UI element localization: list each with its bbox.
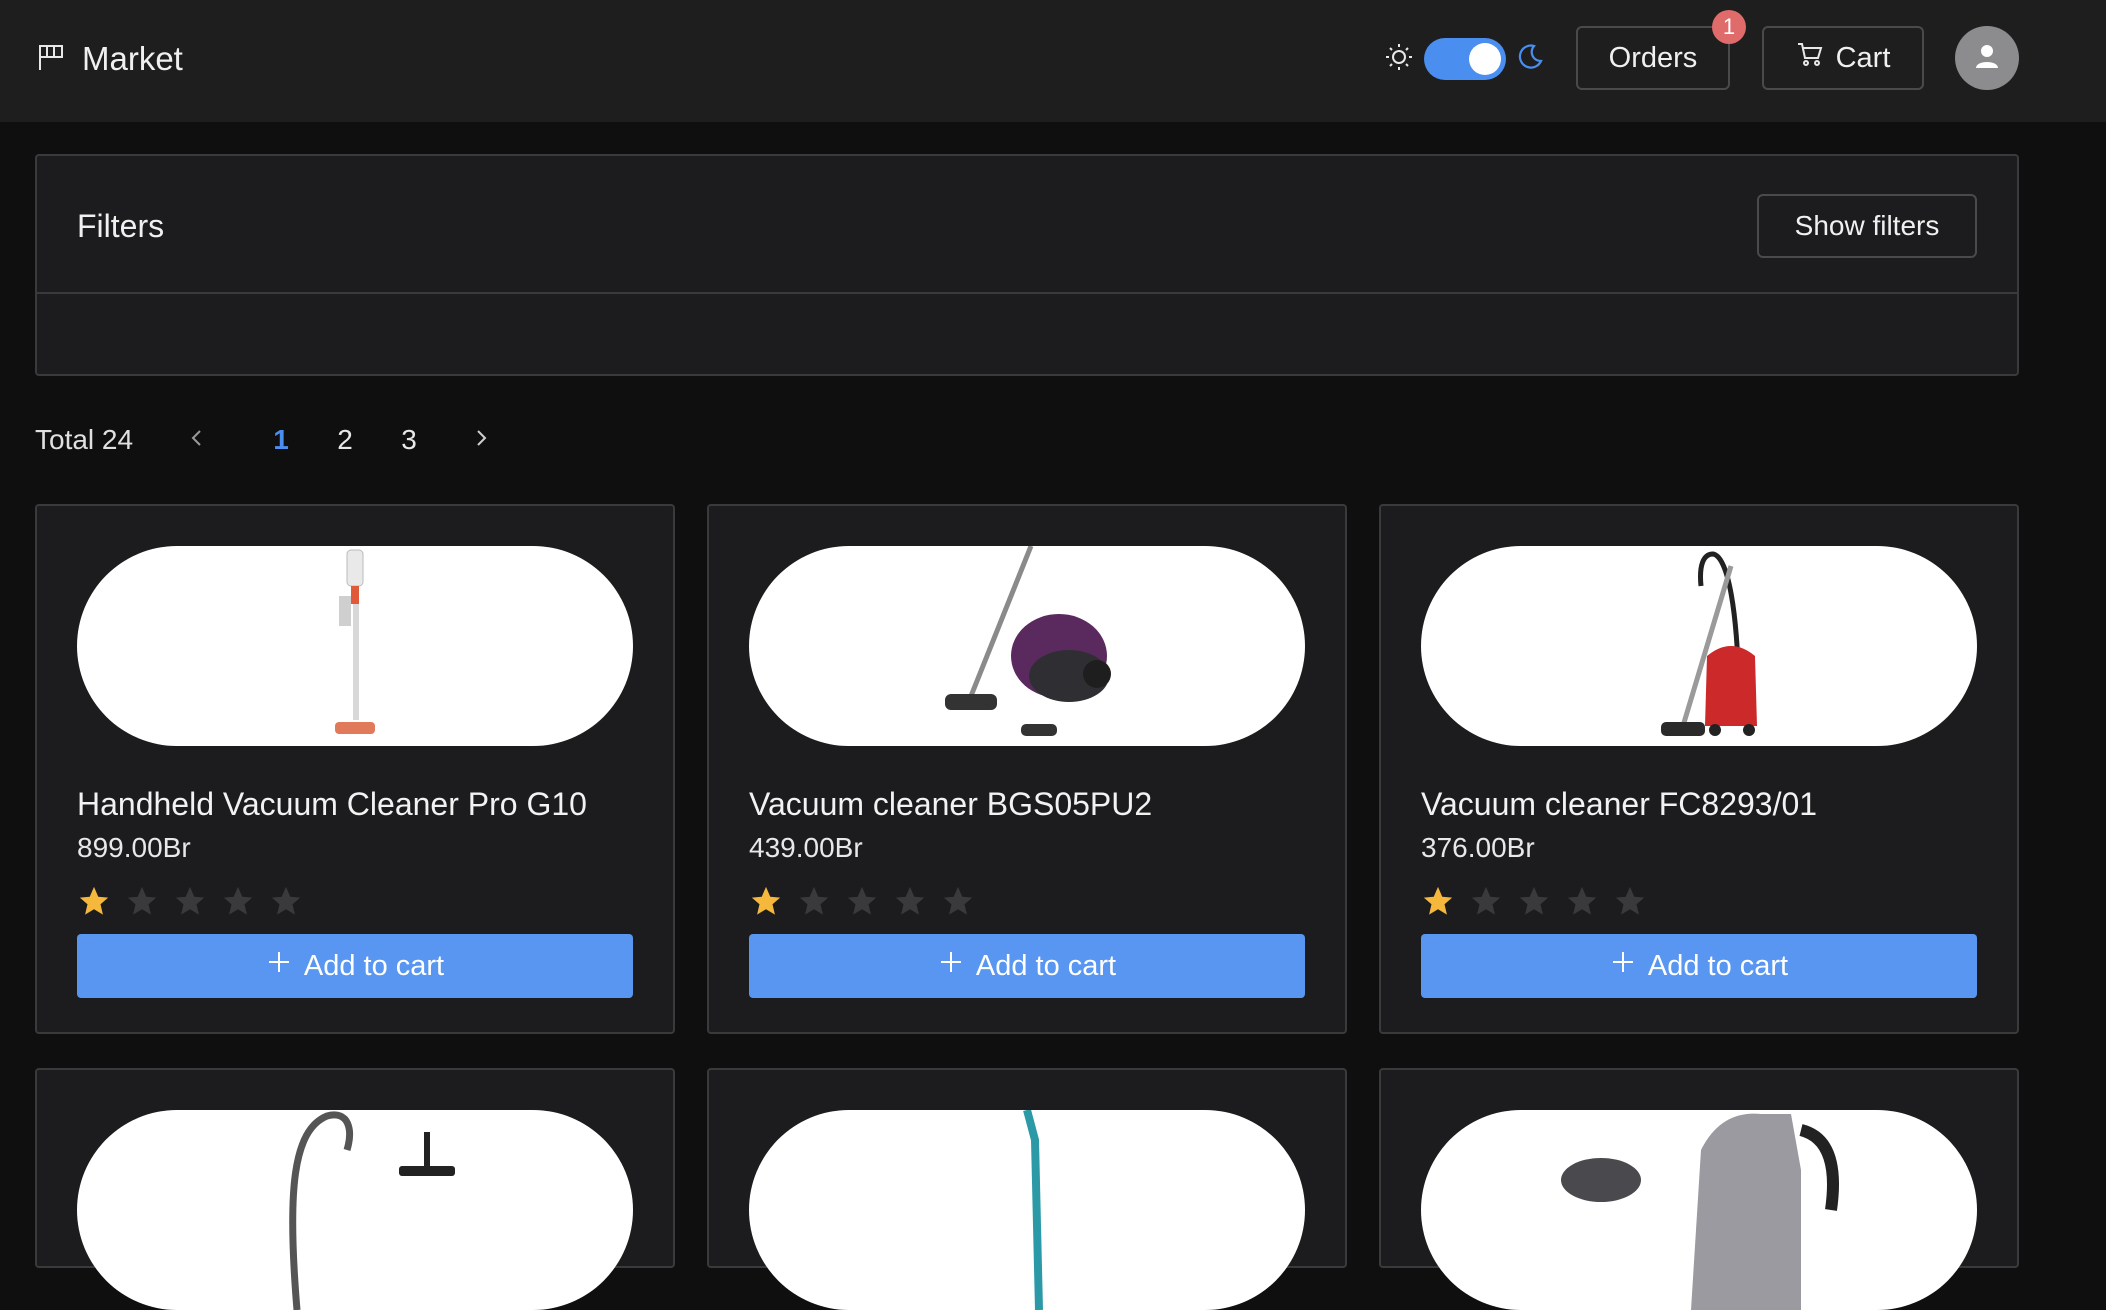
filters-header: Filters Show filters	[37, 156, 2017, 294]
star-empty-icon[interactable]	[797, 884, 831, 918]
star-empty-icon[interactable]	[1565, 884, 1599, 918]
star-empty-icon[interactable]	[125, 884, 159, 918]
star-empty-icon[interactable]	[941, 884, 975, 918]
pagination: Total 24 1 2 3	[35, 420, 491, 460]
product-price: 899.00Br	[77, 832, 191, 863]
add-to-cart-button[interactable]: Add to cart	[77, 934, 633, 998]
product-name[interactable]: Vacuum cleaner BGS05PU2	[749, 786, 1152, 823]
product-card[interactable]	[1379, 1068, 2019, 1310]
rating-stars[interactable]	[1421, 884, 1661, 918]
add-to-cart-label: Add to cart	[975, 949, 1117, 982]
cart-label: Cart	[1835, 41, 1891, 74]
user-icon	[1973, 42, 2001, 75]
star-empty-icon[interactable]	[1469, 884, 1503, 918]
product-name[interactable]: Handheld Vacuum Cleaner Pro G10	[77, 786, 587, 823]
brand-name: Market	[82, 40, 183, 77]
product-image[interactable]	[749, 546, 1305, 746]
add-to-cart-label: Add to cart	[1647, 949, 1789, 982]
plus-icon	[1610, 949, 1648, 983]
top-bar: Market Orders 1 Cart	[0, 0, 2106, 122]
flag-icon	[36, 42, 66, 77]
brand[interactable]: Market	[36, 40, 183, 78]
add-to-cart-label: Add to cart	[303, 949, 445, 982]
star-filled-icon[interactable]	[749, 884, 783, 918]
product-name[interactable]: Vacuum cleaner FC8293/01	[1421, 786, 1817, 823]
product-image[interactable]	[1421, 1110, 1977, 1310]
product-image[interactable]	[77, 546, 633, 746]
user-avatar[interactable]	[1955, 26, 2019, 90]
product-card[interactable]: Vacuum cleaner BGS05PU2 439.00Br Add to …	[707, 504, 1347, 1034]
theme-switch[interactable]	[1424, 38, 1506, 80]
product-card[interactable]	[35, 1068, 675, 1310]
page-1[interactable]: 1	[249, 424, 313, 456]
product-card[interactable]: Handheld Vacuum Cleaner Pro G10 899.00Br…	[35, 504, 675, 1034]
star-empty-icon[interactable]	[1613, 884, 1647, 918]
star-filled-icon[interactable]	[1421, 884, 1455, 918]
next-page-icon[interactable]	[471, 428, 491, 453]
product-price: 376.00Br	[1421, 832, 1535, 863]
product-image[interactable]	[1421, 546, 1977, 746]
moon-icon	[1506, 42, 1544, 77]
star-empty-icon[interactable]	[221, 884, 255, 918]
sun-icon	[1384, 42, 1414, 77]
star-empty-icon[interactable]	[269, 884, 303, 918]
switch-knob	[1469, 43, 1501, 75]
prev-page-icon[interactable]	[187, 428, 207, 453]
plus-icon	[266, 949, 304, 983]
filters-title: Filters	[77, 208, 165, 244]
rating-stars[interactable]	[77, 884, 317, 918]
product-card[interactable]: Vacuum cleaner FC8293/01 376.00Br Add to…	[1379, 504, 2019, 1034]
star-empty-icon[interactable]	[1517, 884, 1551, 918]
show-filters-button[interactable]: Show filters	[1757, 194, 1977, 258]
add-to-cart-button[interactable]: Add to cart	[1421, 934, 1977, 998]
star-empty-icon[interactable]	[845, 884, 879, 918]
star-filled-icon[interactable]	[77, 884, 111, 918]
plus-icon	[938, 949, 976, 983]
orders-count-badge: 1	[1712, 10, 1746, 44]
filters-panel: Filters Show filters	[35, 154, 2019, 376]
rating-stars[interactable]	[749, 884, 989, 918]
cart-button[interactable]: Cart	[1762, 26, 1924, 90]
theme-toggle-group	[1384, 38, 1544, 80]
page-2[interactable]: 2	[313, 424, 377, 456]
product-card[interactable]	[707, 1068, 1347, 1310]
orders-button[interactable]: Orders	[1576, 26, 1730, 90]
product-image[interactable]	[77, 1110, 633, 1310]
total-count: Total 24	[35, 424, 134, 455]
star-empty-icon[interactable]	[893, 884, 927, 918]
star-empty-icon[interactable]	[173, 884, 207, 918]
cart-icon	[1796, 40, 1836, 76]
page-3[interactable]: 3	[377, 424, 441, 456]
product-price: 439.00Br	[749, 832, 863, 863]
product-image[interactable]	[749, 1110, 1305, 1310]
add-to-cart-button[interactable]: Add to cart	[749, 934, 1305, 998]
